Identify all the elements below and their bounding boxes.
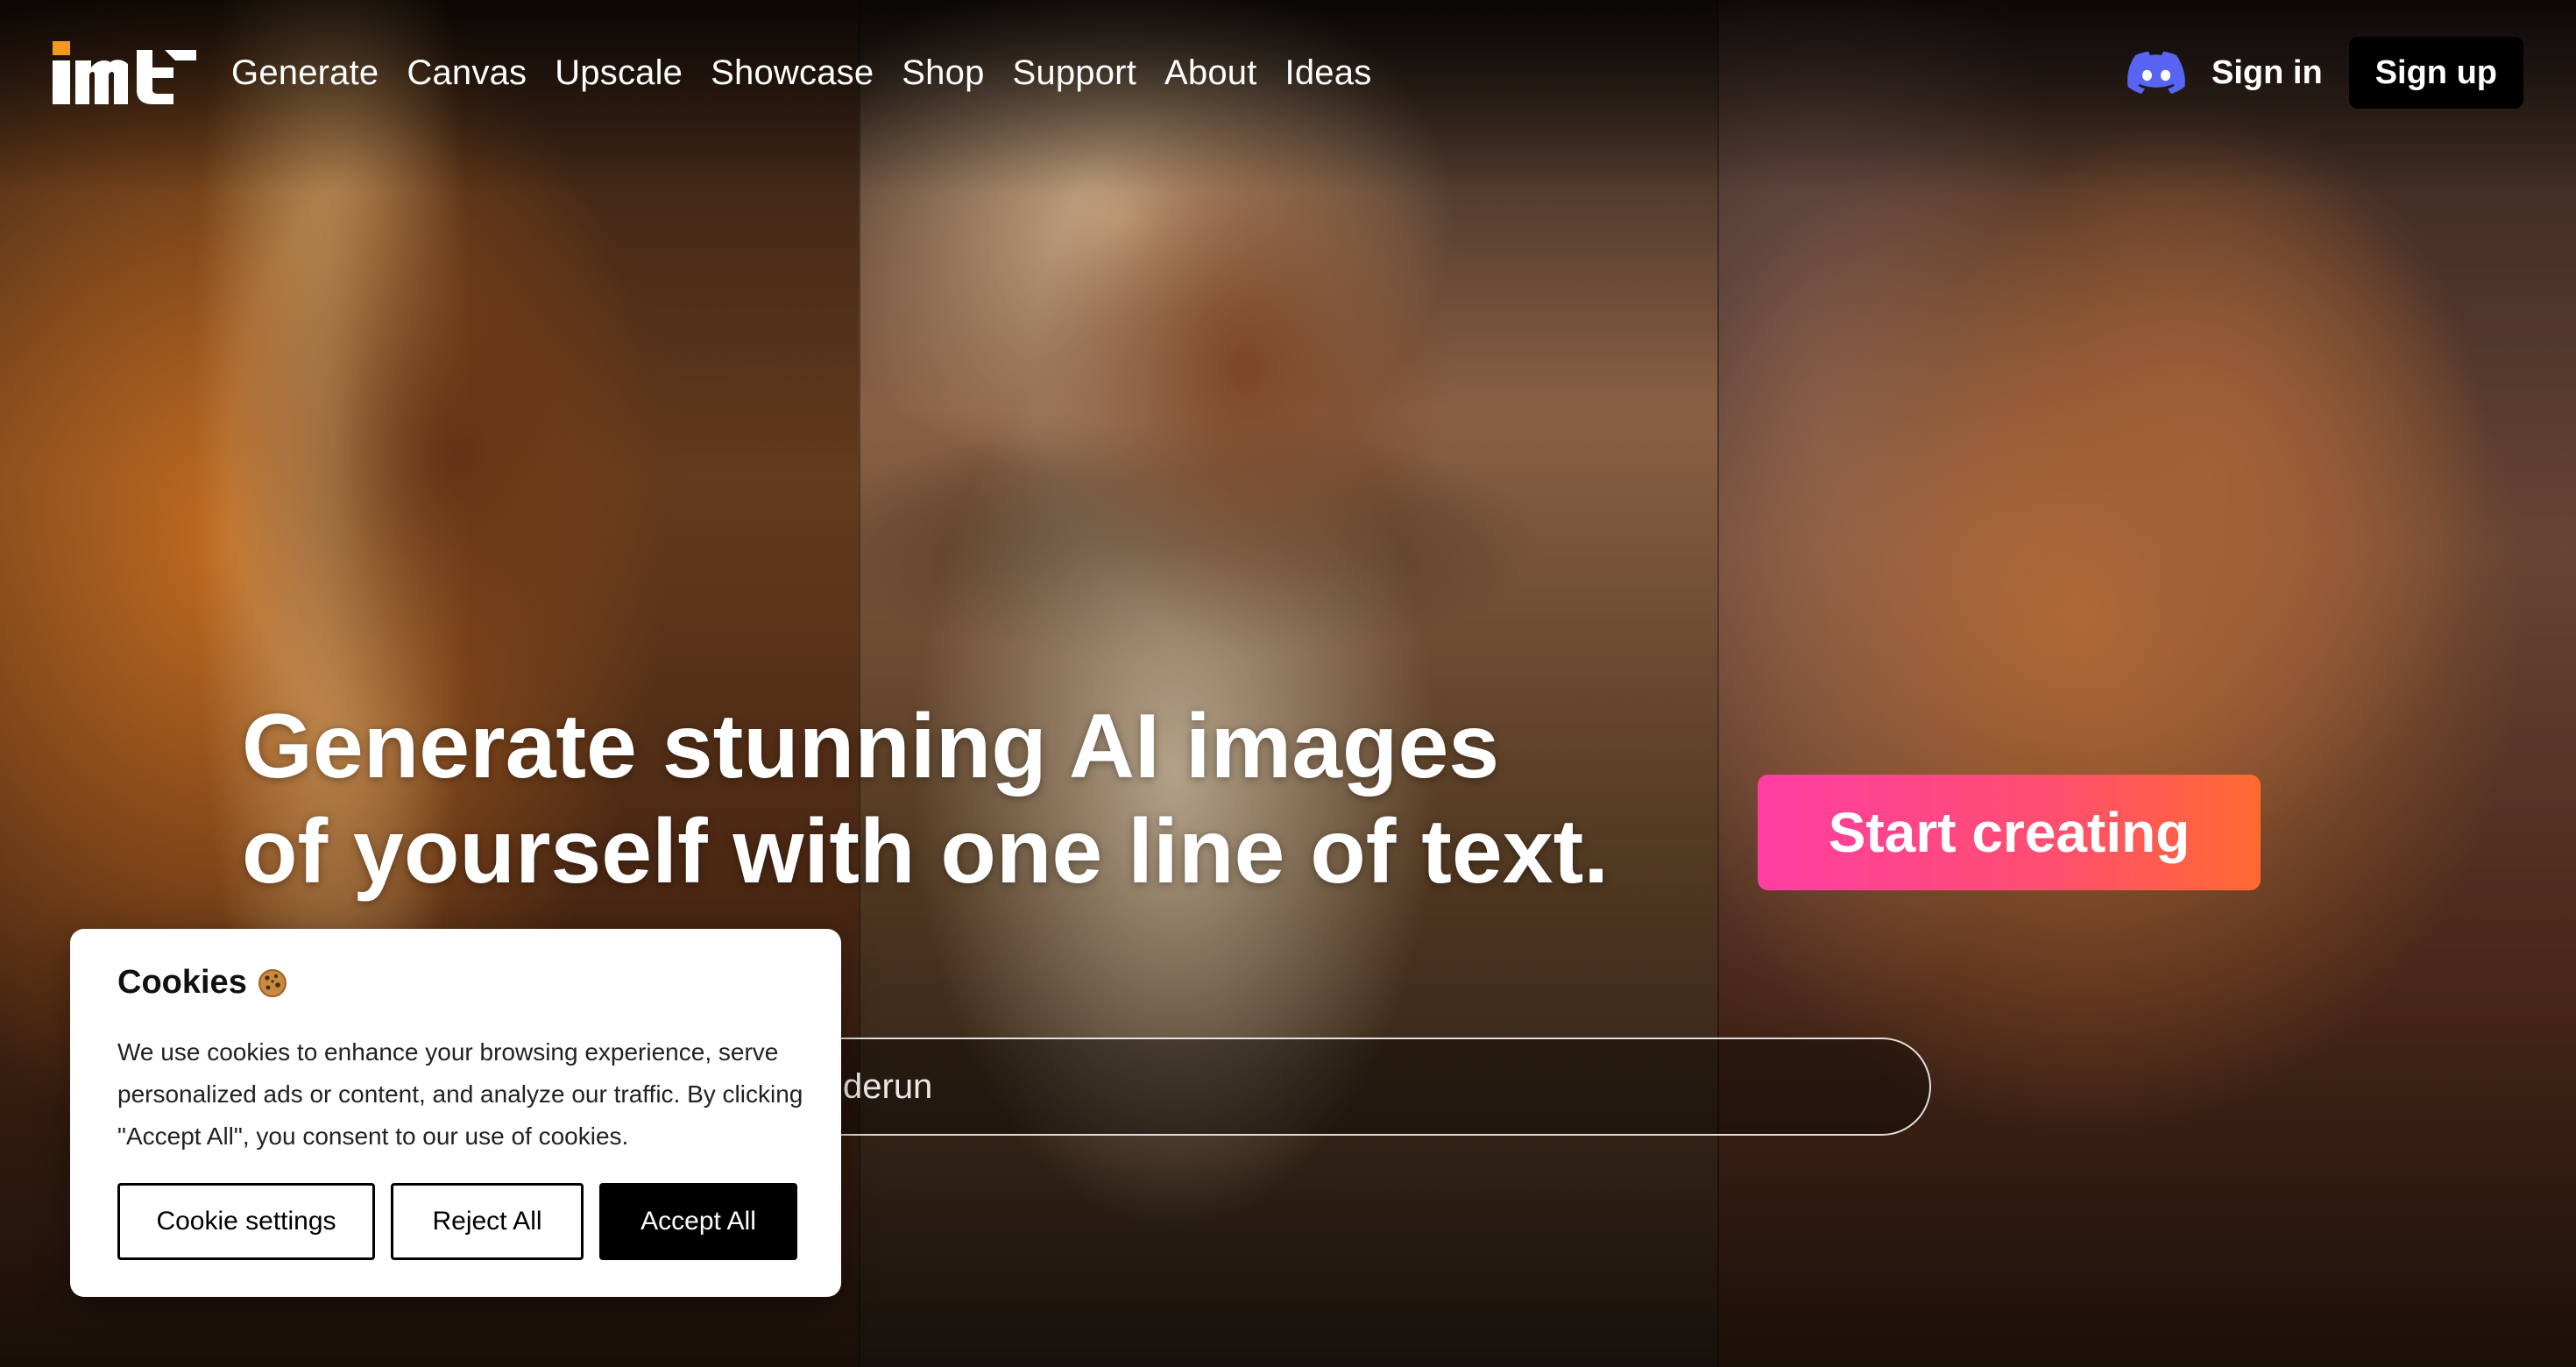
mage-logo-icon[interactable] [53,41,196,104]
site-header: Generate Canvas Upscale Showcase Shop Su… [0,0,2576,145]
cookie-title-text: Cookies [117,964,247,1001]
start-creating-button[interactable]: Start creating [1758,775,2261,890]
accept-all-button[interactable]: Accept All [599,1183,797,1260]
headline-line-1: Generate stunning AI images [242,696,1500,797]
hero-headline: Generate stunning AI images of yourself … [242,694,1731,904]
sign-in-link[interactable]: Sign in [2212,54,2323,92]
cookie-dialog-title: Cookies [117,964,794,1002]
reject-all-button[interactable]: Reject All [391,1183,584,1260]
nav-shop[interactable]: Shop [902,53,984,93]
nav-support[interactable]: Support [1013,53,1137,93]
header-actions: Sign in Sign up [2127,37,2523,109]
nav-showcase[interactable]: Showcase [711,53,874,93]
cookie-settings-button[interactable]: Cookie settings [117,1183,375,1260]
headline-line-2: of yourself with one line of text. [242,801,1610,903]
cookie-dialog: Cookies We use cookies to enhance your b… [70,929,841,1297]
nav-upscale[interactable]: Upscale [555,53,683,93]
nav-canvas[interactable]: Canvas [407,53,527,93]
cookie-dialog-body: We use cookies to enhance your browsing … [117,1038,803,1150]
cookie-icon [258,968,287,997]
nav-about[interactable]: About [1164,53,1257,93]
sign-up-button[interactable]: Sign up [2348,37,2523,109]
cookie-dialog-actions: Cookie settings Reject All Accept All [117,1183,797,1260]
discord-icon[interactable] [2127,51,2185,95]
nav-ideas[interactable]: Ideas [1285,53,1372,93]
main-nav: Generate Canvas Upscale Showcase Shop Su… [231,53,1371,93]
nav-generate[interactable]: Generate [231,53,379,93]
